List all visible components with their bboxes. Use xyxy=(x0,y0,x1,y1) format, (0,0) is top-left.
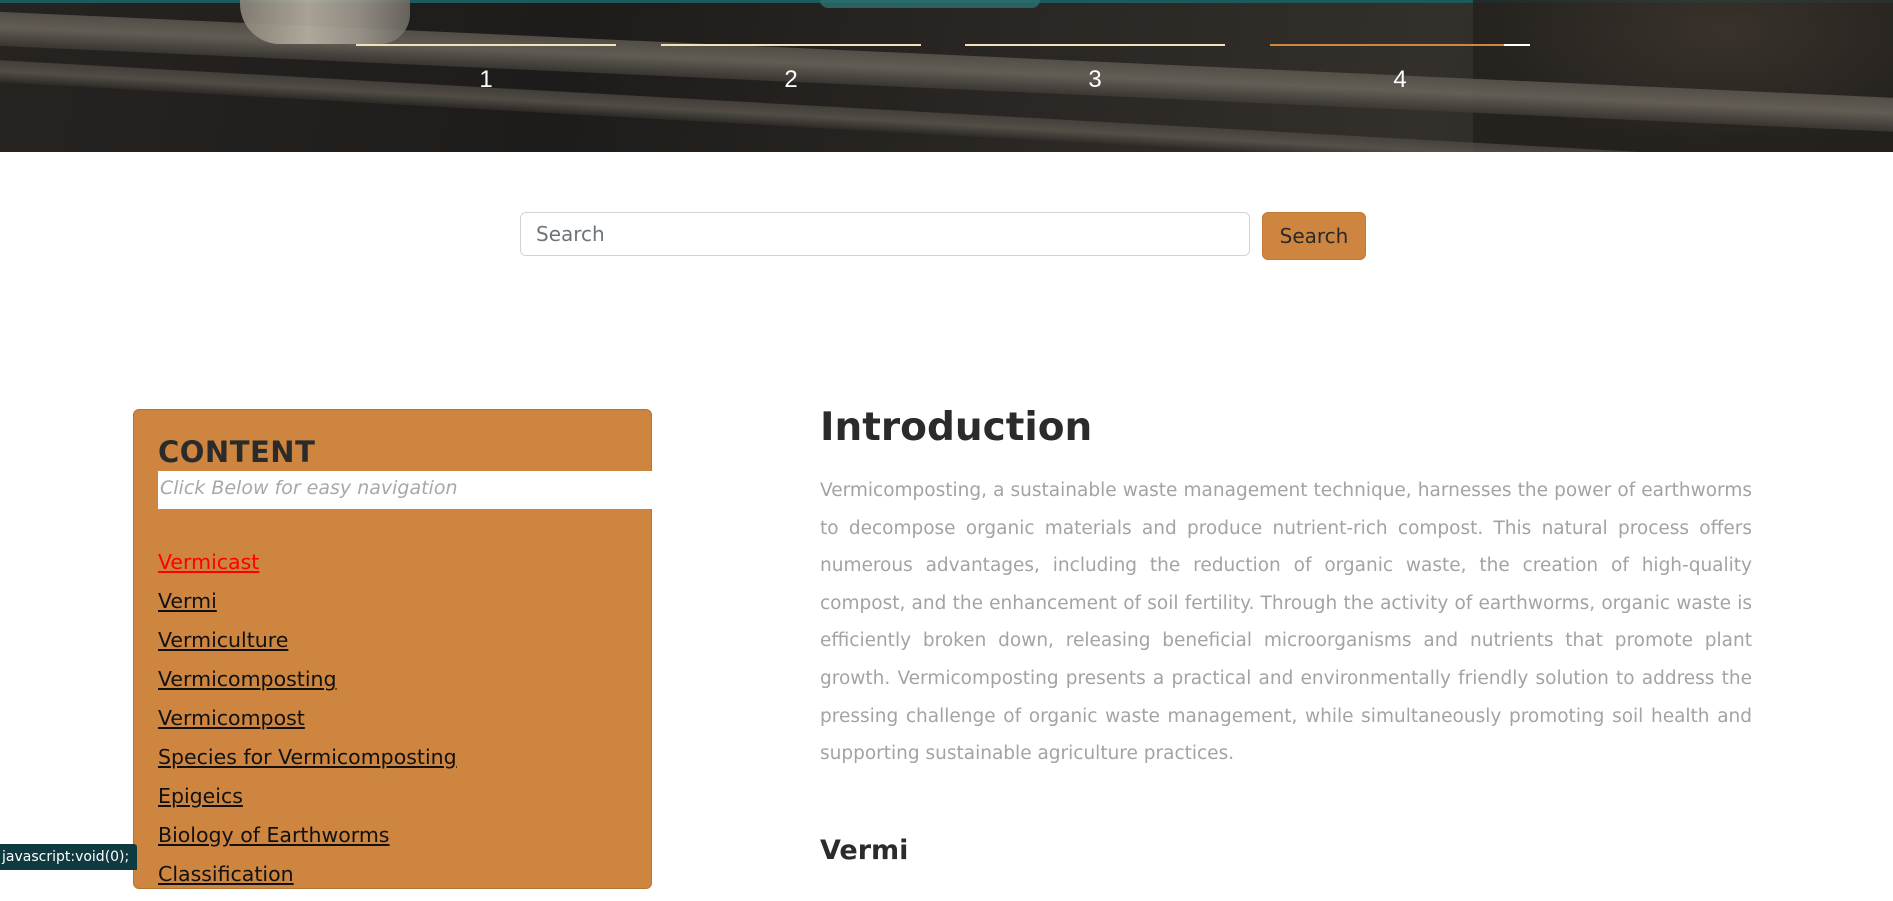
toc-link-vermicompost[interactable]: Vermicompost xyxy=(158,706,305,730)
toc-link-vermicomposting[interactable]: Vermicomposting xyxy=(158,667,337,691)
toc-item-species: Species for Vermicomposting xyxy=(158,745,457,784)
toc-link-vermiculture[interactable]: Vermiculture xyxy=(158,628,288,652)
toc-link-vermicast[interactable]: Vermicast xyxy=(158,550,259,574)
toc-item-biology: Biology of Earthworms xyxy=(158,823,457,862)
hero-teal-detail xyxy=(820,0,1040,8)
slider-step-bar xyxy=(356,44,616,46)
toc-subtitle: Click Below for easy navigation xyxy=(158,471,652,509)
toc-title: CONTENT xyxy=(158,435,316,469)
slider-step-bar xyxy=(661,44,921,46)
slider-step-number: 2 xyxy=(784,66,798,93)
section-heading-vermi: Vermi xyxy=(820,835,909,866)
toc-list: Vermicast Vermi Vermiculture Vermicompos… xyxy=(158,550,457,901)
browser-status-bar: javascript:void(0); xyxy=(0,844,138,870)
slider-step-1[interactable]: 1 xyxy=(356,44,616,94)
slider-step-4[interactable]: 4 xyxy=(1270,44,1530,94)
slider-step-number: 1 xyxy=(479,66,493,93)
toc-link-species[interactable]: Species for Vermicomposting xyxy=(158,745,457,769)
toc-item-vermicast: Vermicast xyxy=(158,550,457,589)
slider-step-number: 3 xyxy=(1088,66,1102,93)
hero-banner: 1 2 3 4 xyxy=(0,0,1893,152)
slider-step-bar-active xyxy=(1270,44,1530,46)
toc-link-biology[interactable]: Biology of Earthworms xyxy=(158,823,389,847)
article-paragraph: Vermicomposting, a sustainable waste man… xyxy=(820,480,1752,765)
toc-item-vermicompost: Vermicompost xyxy=(158,706,457,745)
table-of-contents: CONTENT Click Below for easy navigation … xyxy=(133,409,652,889)
hero-person-image xyxy=(240,0,410,44)
toc-link-vermi[interactable]: Vermi xyxy=(158,589,217,613)
article-heading: Introduction xyxy=(820,405,1093,450)
toc-link-epigeics[interactable]: Epigeics xyxy=(158,784,243,808)
toc-link-classification[interactable]: Classification xyxy=(158,862,294,886)
search-form: Search xyxy=(520,212,1366,260)
hero-shadow xyxy=(1473,0,1893,152)
toc-item-vermiculture: Vermiculture xyxy=(158,628,457,667)
toc-item-vermi: Vermi xyxy=(158,589,457,628)
slider-step-bar xyxy=(965,44,1225,46)
article-content: Introduction Vermicomposting, a sustaina… xyxy=(820,405,1752,866)
search-button[interactable]: Search xyxy=(1262,212,1366,260)
slider-step-3[interactable]: 3 xyxy=(965,44,1225,94)
toc-item-classification: Classification xyxy=(158,862,457,901)
toc-item-vermicomposting: Vermicomposting xyxy=(158,667,457,706)
slider-step-number: 4 xyxy=(1393,66,1407,93)
search-input[interactable] xyxy=(520,212,1250,256)
slider-step-2[interactable]: 2 xyxy=(661,44,921,94)
toc-item-epigeics: Epigeics xyxy=(158,784,457,823)
